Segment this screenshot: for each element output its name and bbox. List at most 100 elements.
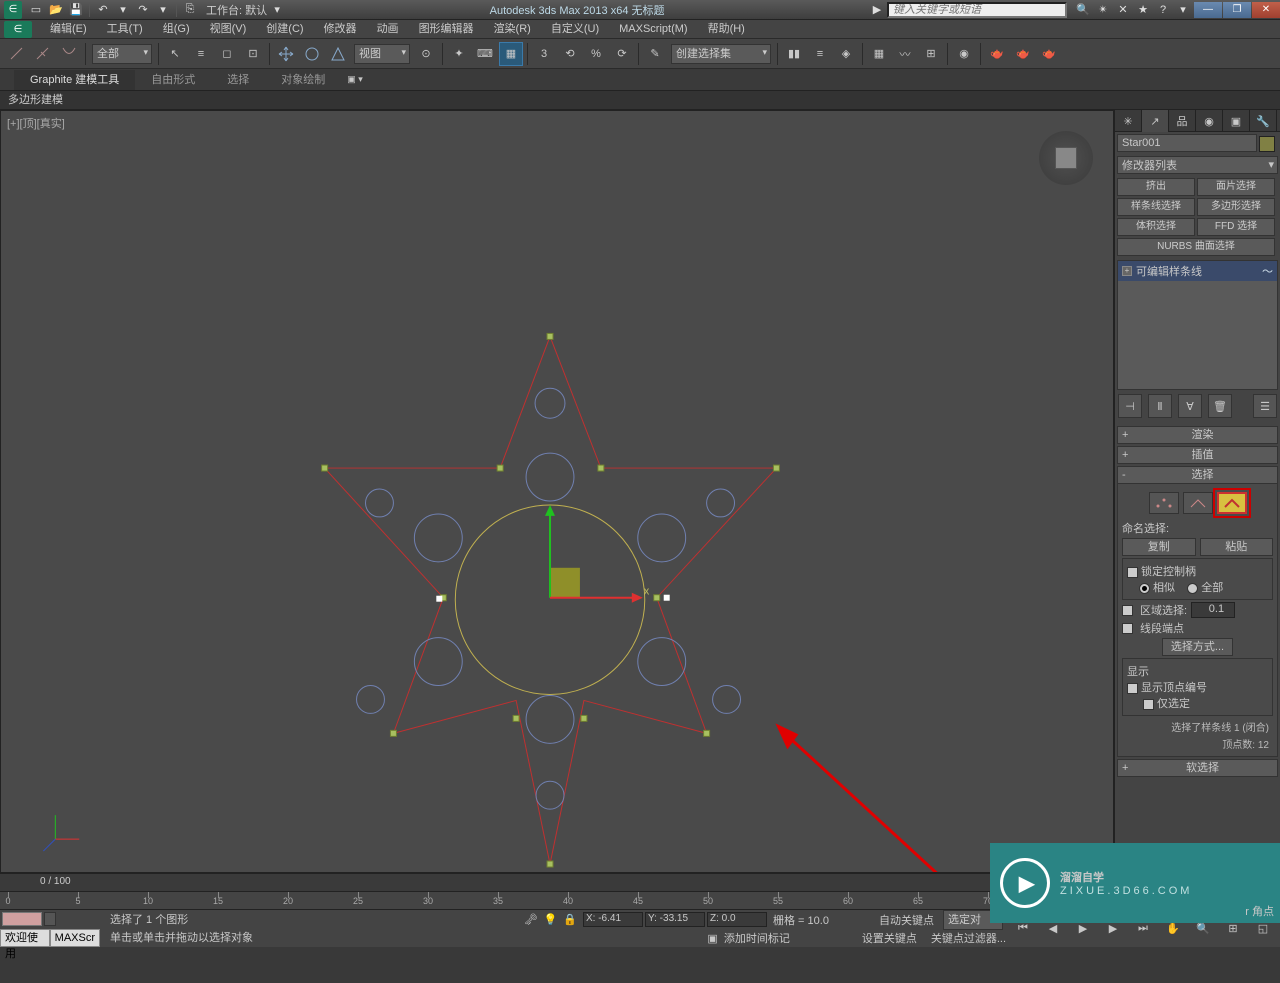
bind-icon[interactable] <box>57 42 81 66</box>
exchange-icon[interactable]: ✕ <box>1114 2 1132 18</box>
welcome-tab[interactable]: 欢迎使用 <box>0 929 50 947</box>
maximize-button[interactable]: ❐ <box>1223 2 1251 18</box>
menu-grapheditor[interactable]: 图形编辑器 <box>409 20 484 39</box>
redo-menu-icon[interactable]: ▾ <box>154 2 172 18</box>
schematic-icon[interactable]: ⊞ <box>919 42 943 66</box>
lock-keys-icon[interactable]: 🗝 <box>524 913 538 926</box>
unlink-icon[interactable] <box>31 42 55 66</box>
help-menu-icon[interactable]: ▾ <box>1174 2 1192 18</box>
preset-nurbs-select[interactable]: NURBS 曲面选择 <box>1117 238 1275 256</box>
object-name-field[interactable] <box>1117 134 1257 152</box>
save-icon[interactable]: 💾 <box>67 2 85 18</box>
subobj-segment-icon[interactable] <box>1183 492 1213 514</box>
preset-patch-select[interactable]: 面片选择 <box>1197 178 1275 196</box>
subobj-vertex-icon[interactable] <box>1149 492 1179 514</box>
preset-ffd-select[interactable]: FFD 选择 <box>1197 218 1275 236</box>
undo-menu-icon[interactable]: ▾ <box>114 2 132 18</box>
layer-icon[interactable]: ◈ <box>834 42 858 66</box>
hierarchy-tab-icon[interactable]: 品 <box>1169 110 1196 132</box>
workspace-label[interactable]: 工作台: 默认 <box>206 2 267 18</box>
lock-selection-icon[interactable] <box>44 912 56 926</box>
minimize-button[interactable]: — <box>1194 2 1222 18</box>
object-color-swatch[interactable] <box>1259 136 1275 152</box>
close-button[interactable]: ✕ <box>1252 2 1280 18</box>
workspace-menu-icon[interactable]: ▾ <box>268 2 286 18</box>
rendered-frame-icon[interactable]: 🫖 <box>1011 42 1035 66</box>
named-selection-set[interactable]: 创建选择集 <box>671 44 771 64</box>
make-unique-icon[interactable]: ∀ <box>1178 394 1202 418</box>
show-end-result-icon[interactable]: Ⅱ <box>1148 394 1172 418</box>
stack-item-editable-spline[interactable]: + 可编辑样条线 〜 <box>1118 261 1277 281</box>
ribbon-tab-graphite[interactable]: Graphite 建模工具 <box>14 70 135 90</box>
auto-key-button[interactable]: 自动关键点 <box>879 912 934 928</box>
menu-help[interactable]: 帮助(H) <box>698 20 755 39</box>
menu-anim[interactable]: 动画 <box>367 20 409 39</box>
utilities-tab-icon[interactable]: 🔧 <box>1250 110 1277 132</box>
menu-modifier[interactable]: 修改器 <box>314 20 367 39</box>
menu-customize[interactable]: 自定义(U) <box>541 20 609 39</box>
add-time-tag[interactable]: 添加时间标记 <box>724 930 790 946</box>
ribbon-tab-freeform[interactable]: 自由形式 <box>135 70 211 90</box>
snap-3-icon[interactable]: 3 <box>532 42 556 66</box>
keyboard-shortcut-icon[interactable]: ⌨ <box>473 42 497 66</box>
only-selected-checkbox[interactable] <box>1143 699 1154 710</box>
menu-tools[interactable]: 工具(T) <box>97 20 153 39</box>
expand-icon[interactable]: + <box>1122 266 1132 276</box>
manipulate-icon[interactable]: ✦ <box>447 42 471 66</box>
help-icon[interactable]: ? <box>1154 2 1172 18</box>
render-production-icon[interactable]: 🫖 <box>1037 42 1061 66</box>
segment-end-checkbox[interactable] <box>1122 623 1133 634</box>
window-crossing-icon[interactable]: ⊡ <box>241 42 265 66</box>
create-tab-icon[interactable]: ✳ <box>1115 110 1142 132</box>
comm-icon[interactable]: ✴ <box>1094 2 1112 18</box>
rollout-selection[interactable]: -选择 <box>1117 466 1278 484</box>
render-setup-icon[interactable]: 🫖 <box>985 42 1009 66</box>
lock-handles-checkbox[interactable] <box>1127 567 1138 578</box>
copy-button[interactable]: 复制 <box>1122 538 1196 556</box>
stack-item-eye-icon[interactable]: 〜 <box>1262 263 1273 279</box>
coord-x[interactable]: X: -6.41 <box>583 912 643 927</box>
mirror-icon[interactable]: ▮▮ <box>782 42 806 66</box>
select-by-button[interactable]: 选择方式... <box>1162 638 1233 656</box>
select-region-rect-icon[interactable]: ◻ <box>215 42 239 66</box>
info-icon[interactable]: ▶ <box>868 2 886 18</box>
area-select-checkbox[interactable] <box>1122 605 1133 616</box>
paste-button[interactable]: 粘贴 <box>1200 538 1274 556</box>
snap-toggle-icon[interactable]: ▦ <box>499 42 523 66</box>
viewcube[interactable] <box>1039 131 1093 185</box>
viewport[interactable]: [+][顶][真实] <box>0 110 1114 873</box>
display-tab-icon[interactable]: ▣ <box>1223 110 1250 132</box>
subobj-spline-icon[interactable] <box>1217 492 1247 514</box>
menu-render[interactable]: 渲染(R) <box>484 20 541 39</box>
search-icon[interactable]: 🔍 <box>1074 2 1092 18</box>
curve-editor-icon[interactable]: 〰 <box>893 42 917 66</box>
link-icon[interactable]: ⎘ <box>181 2 199 18</box>
menu-edit[interactable]: 编辑(E) <box>40 20 97 39</box>
preset-poly-select[interactable]: 多边形选择 <box>1197 198 1275 216</box>
maxscript-tab[interactable]: MAXScr <box>50 929 100 947</box>
motion-tab-icon[interactable]: ◉ <box>1196 110 1223 132</box>
rollout-render[interactable]: +渲染 <box>1117 426 1278 444</box>
coord-z[interactable]: Z: 0.0 <box>707 912 767 927</box>
rollout-interpolation[interactable]: +插值 <box>1117 446 1278 464</box>
menu-create[interactable]: 创建(C) <box>256 20 313 39</box>
mini-listener-icon[interactable] <box>2 912 42 926</box>
show-vertex-num-checkbox[interactable] <box>1127 683 1138 694</box>
fav-icon[interactable]: ★ <box>1134 2 1152 18</box>
scale-icon[interactable] <box>326 42 350 66</box>
redo-icon[interactable]: ↷ <box>134 2 152 18</box>
selection-filter[interactable]: 全部 <box>92 44 152 64</box>
ribbon-expand-icon[interactable]: ▣ ▾ <box>347 74 363 85</box>
selection-lock-icon[interactable]: 🔒 <box>563 913 577 926</box>
all-radio[interactable] <box>1187 583 1198 594</box>
menu-group[interactable]: 组(G) <box>153 20 200 39</box>
menu-view[interactable]: 视图(V) <box>200 20 257 39</box>
area-select-value[interactable]: 0.1 <box>1191 602 1235 618</box>
undo-icon[interactable]: ↶ <box>94 2 112 18</box>
ribbon-toggle-icon[interactable]: ▦ <box>867 42 891 66</box>
pivot-icon[interactable]: ⊙ <box>414 42 438 66</box>
modifier-list-dropdown[interactable]: 修改器列表 <box>1117 156 1278 174</box>
spinner-snap-icon[interactable]: ⟳ <box>610 42 634 66</box>
ribbon-subpanel[interactable]: 多边形建模 <box>0 91 1280 110</box>
set-key-button[interactable]: 设置关键点 <box>862 930 917 946</box>
